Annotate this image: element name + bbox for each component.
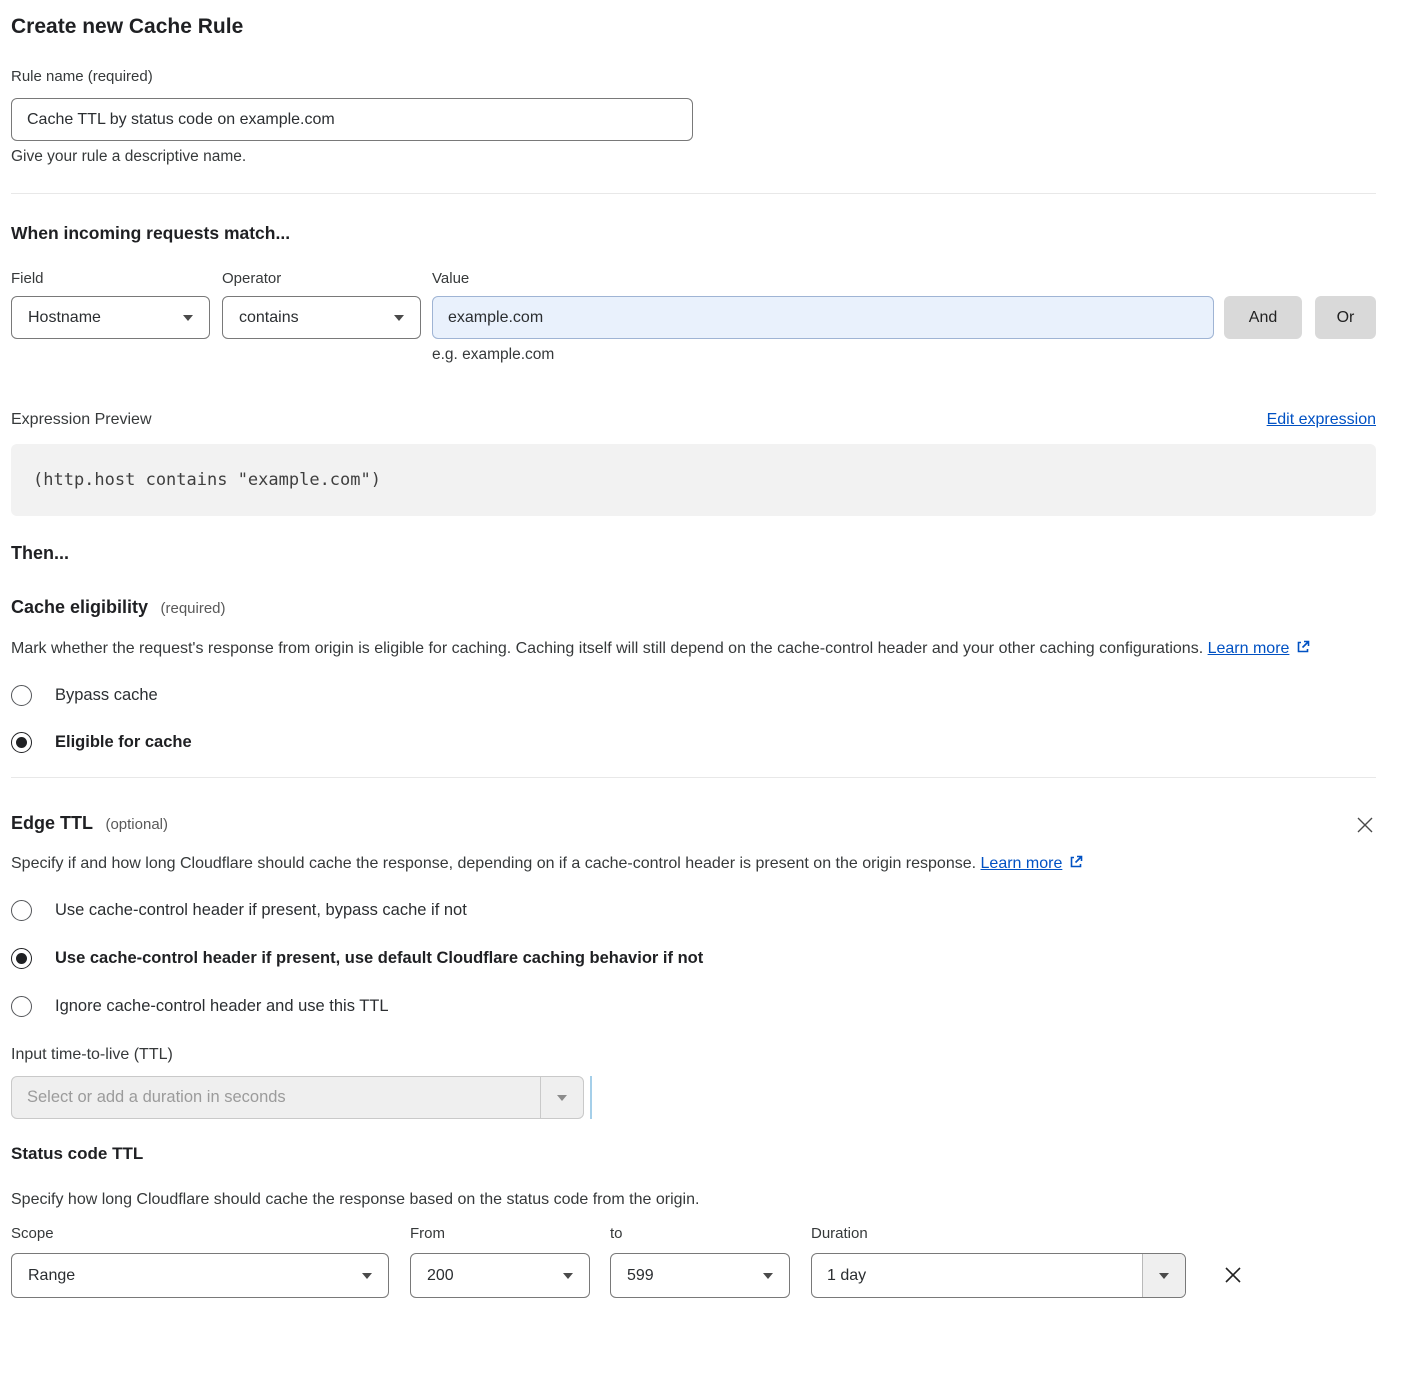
operator-column: Operator contains	[222, 270, 421, 339]
expression-code: (http.host contains "example.com")	[33, 470, 381, 490]
eligible-for-cache-option[interactable]: Eligible for cache	[11, 732, 1376, 753]
edit-expression-link[interactable]: Edit expression	[1267, 411, 1376, 429]
create-cache-rule-form: Create new Cache Rule Rule name (require…	[0, 0, 1412, 1298]
operator-label: Operator	[222, 270, 421, 288]
eligible-for-cache-radio[interactable]	[11, 732, 32, 753]
edge-ttl-option-ignore-label: Ignore cache-control header and use this…	[55, 997, 389, 1016]
external-link-icon	[1068, 851, 1084, 880]
field-column: Field Hostname	[11, 270, 210, 339]
bypass-cache-radio[interactable]	[11, 685, 32, 706]
focus-caret-mark	[590, 1076, 592, 1119]
status-code-ttl-heading: Status code TTL	[11, 1143, 1376, 1165]
eligible-for-cache-label: Eligible for cache	[55, 733, 192, 752]
to-column: to 599	[610, 1225, 790, 1298]
edge-ttl-option-ignore[interactable]: Ignore cache-control header and use this…	[11, 996, 1376, 1017]
external-link-icon	[1295, 636, 1311, 665]
from-column: From 200	[410, 1225, 590, 1298]
cache-eligibility-description: Mark whether the request's response from…	[11, 634, 1349, 665]
cache-eligibility-heading: Cache eligibility	[11, 597, 148, 617]
edge-ttl-heading-group: Edge TTL (optional)	[11, 812, 168, 834]
value-label: Value	[432, 270, 1214, 288]
edge-ttl-radio-ignore[interactable]	[11, 996, 32, 1017]
or-button-wrap: Or	[1315, 270, 1376, 339]
and-button-wrap: And	[1224, 270, 1302, 339]
then-heading: Then...	[11, 542, 1376, 564]
edge-ttl-heading-row: Edge TTL (optional)	[11, 812, 1376, 836]
scope-column: Scope Range	[11, 1225, 389, 1298]
chevron-down-icon	[763, 1273, 773, 1279]
to-select[interactable]: 599	[610, 1253, 790, 1298]
delete-rule-row-icon[interactable]	[1222, 1264, 1244, 1286]
expression-code-block: (http.host contains "example.com")	[11, 444, 1376, 516]
edge-ttl-heading: Edge TTL	[11, 813, 93, 833]
scope-select[interactable]: Range	[11, 1253, 389, 1298]
chevron-down-icon	[394, 315, 404, 321]
status-code-ttl-description: Specify how long Cloudflare should cache…	[11, 1185, 1376, 1214]
duration-label: Duration	[811, 1225, 1186, 1243]
section-divider	[11, 777, 1376, 778]
edge-ttl-radio-default[interactable]	[11, 948, 32, 969]
value-column: Value e.g. example.com	[432, 270, 1214, 364]
ttl-combo-wrap: Select or add a duration in seconds	[11, 1064, 1376, 1119]
page-title: Create new Cache Rule	[11, 14, 1376, 40]
edge-ttl-learn-more-link[interactable]: Learn more	[981, 855, 1063, 872]
chevron-down-icon	[362, 1273, 372, 1279]
status-code-ttl-row: Scope Range From 200 to 599 Duration 1 d…	[11, 1225, 1376, 1298]
bypass-cache-option[interactable]: Bypass cache	[11, 685, 1376, 706]
section-divider	[11, 193, 1376, 194]
edge-ttl-option-default[interactable]: Use cache-control header if present, use…	[11, 948, 1376, 969]
rule-name-helper: Give your rule a descriptive name.	[11, 148, 1376, 166]
edge-ttl-description-text: Specify if and how long Cloudflare shoul…	[11, 855, 976, 872]
operator-select[interactable]: contains	[222, 296, 421, 339]
value-helper: e.g. example.com	[432, 346, 1214, 364]
rule-name-input[interactable]	[11, 98, 693, 141]
expression-preview-label: Expression Preview	[11, 411, 152, 429]
edge-ttl-radio-bypass[interactable]	[11, 900, 32, 921]
or-button[interactable]: Or	[1315, 296, 1376, 339]
ttl-duration-select[interactable]: Select or add a duration in seconds	[11, 1076, 584, 1119]
cache-eligibility-description-text: Mark whether the request's response from…	[11, 640, 1203, 657]
scope-select-value: Range	[28, 1267, 75, 1285]
from-select-value: 200	[427, 1267, 454, 1285]
field-label: Field	[11, 270, 210, 288]
ttl-input-label: Input time-to-live (TTL)	[11, 1046, 1376, 1064]
chevron-down-icon[interactable]	[540, 1077, 583, 1118]
ttl-duration-placeholder: Select or add a duration in seconds	[12, 1077, 540, 1118]
close-icon[interactable]	[1354, 814, 1376, 836]
expression-header-row: Expression Preview Edit expression	[11, 411, 1376, 429]
cache-eligibility-heading-row: Cache eligibility (required)	[11, 596, 1376, 618]
chevron-down-icon[interactable]	[1142, 1254, 1185, 1297]
edge-ttl-option-bypass-label: Use cache-control header if present, byp…	[55, 901, 467, 920]
edge-ttl-description: Specify if and how long Cloudflare shoul…	[11, 849, 1116, 880]
duration-select[interactable]: 1 day	[811, 1253, 1186, 1298]
match-heading: When incoming requests match...	[11, 222, 1376, 244]
match-condition-row: Field Hostname Operator contains Value e…	[11, 270, 1376, 364]
bypass-cache-label: Bypass cache	[55, 686, 158, 705]
field-select[interactable]: Hostname	[11, 296, 210, 339]
duration-column: Duration 1 day	[811, 1225, 1186, 1298]
duration-select-value: 1 day	[812, 1254, 1142, 1297]
edge-ttl-option-bypass[interactable]: Use cache-control header if present, byp…	[11, 900, 1376, 921]
edge-ttl-qualifier: (optional)	[105, 816, 168, 833]
scope-label: Scope	[11, 1225, 389, 1243]
field-select-value: Hostname	[28, 309, 101, 327]
chevron-down-icon	[183, 315, 193, 321]
to-label: to	[610, 1225, 790, 1243]
chevron-down-icon	[563, 1273, 573, 1279]
value-input[interactable]	[432, 296, 1214, 339]
from-select[interactable]: 200	[410, 1253, 590, 1298]
cache-eligibility-qualifier: (required)	[161, 600, 226, 617]
rule-name-label: Rule name (required)	[11, 68, 1376, 86]
to-select-value: 599	[627, 1267, 654, 1285]
operator-select-value: contains	[239, 309, 299, 327]
and-button[interactable]: And	[1224, 296, 1302, 339]
edge-ttl-option-default-label: Use cache-control header if present, use…	[55, 949, 703, 968]
cache-eligibility-learn-more-link[interactable]: Learn more	[1208, 640, 1290, 657]
from-label: From	[410, 1225, 590, 1243]
